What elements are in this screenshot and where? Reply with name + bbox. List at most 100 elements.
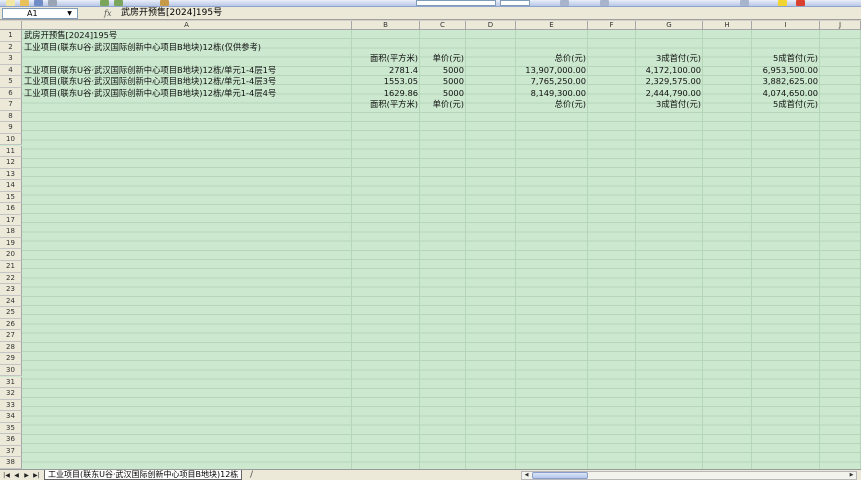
- row-header[interactable]: 2: [0, 41, 22, 54]
- row-header[interactable]: 1: [0, 30, 22, 42]
- row-header[interactable]: 30: [0, 364, 22, 377]
- column-header-d[interactable]: D: [466, 21, 516, 30]
- row-header[interactable]: 36: [0, 434, 22, 446]
- row-header[interactable]: 20: [0, 249, 22, 261]
- row-header[interactable]: 32: [0, 388, 22, 400]
- row-header[interactable]: 14: [0, 180, 22, 192]
- cell-c3[interactable]: 单价(元): [420, 53, 466, 65]
- row-header[interactable]: 26: [0, 318, 22, 331]
- column-header-e[interactable]: E: [516, 21, 588, 30]
- row-header[interactable]: 7: [0, 99, 22, 111]
- row-header[interactable]: 23: [0, 284, 22, 296]
- last-sheet-button[interactable]: ▶|: [32, 471, 41, 480]
- fill-color-icon[interactable]: [778, 0, 787, 6]
- row-header[interactable]: 21: [0, 261, 22, 273]
- redo-icon[interactable]: [114, 0, 123, 6]
- cell-b4[interactable]: 2781.4: [352, 65, 420, 77]
- cell-a5[interactable]: 工业项目(联东U谷·武汉国际创新中心项目B地块)12栋/单元1-4层3号: [22, 76, 352, 88]
- border-icon[interactable]: [740, 0, 749, 6]
- row-header[interactable]: 3: [0, 53, 22, 65]
- font-size-combo[interactable]: [500, 0, 530, 6]
- cell-i3[interactable]: 5成首付(元): [752, 53, 820, 65]
- cell-b3[interactable]: 面积(平方米): [352, 53, 420, 65]
- font-combo[interactable]: [416, 0, 496, 6]
- cell-c5[interactable]: 5000: [420, 76, 466, 88]
- row-header[interactable]: 29: [0, 353, 22, 365]
- row-header[interactable]: 16: [0, 203, 22, 215]
- bold-icon[interactable]: [560, 0, 569, 6]
- next-sheet-button[interactable]: ▶: [22, 471, 31, 480]
- column-header-h[interactable]: H: [703, 21, 752, 30]
- scroll-left-icon[interactable]: ◀: [522, 472, 531, 479]
- cell-a6[interactable]: 工业项目(联东U谷·武汉国际创新中心项目B地块)12栋/单元1-4层4号: [22, 88, 352, 100]
- row-header[interactable]: 25: [0, 307, 22, 319]
- row-header[interactable]: 28: [0, 341, 22, 354]
- cell-g7[interactable]: 3成首付(元): [636, 99, 703, 111]
- row-header[interactable]: 19: [0, 237, 22, 250]
- cell-b7[interactable]: 面积(平方米): [352, 99, 420, 111]
- chevron-down-icon[interactable]: ▼: [64, 9, 75, 18]
- cell-c7[interactable]: 单价(元): [420, 99, 466, 111]
- cell-a4[interactable]: 工业项目(联东U谷·武汉国际创新中心项目B地块)12栋/单元1-4层1号: [22, 65, 352, 77]
- cell-b6[interactable]: 1629.86: [352, 88, 420, 100]
- row-header[interactable]: 27: [0, 330, 22, 342]
- row-header[interactable]: 18: [0, 226, 22, 238]
- cell-b5[interactable]: 1553.05: [352, 76, 420, 88]
- cell-c6[interactable]: 5000: [420, 88, 466, 100]
- formula-input[interactable]: 武房开预售[2024]195号: [119, 8, 859, 19]
- row-header[interactable]: 13: [0, 168, 22, 181]
- column-header-b[interactable]: B: [352, 21, 420, 30]
- print-icon[interactable]: [48, 0, 57, 6]
- save-icon[interactable]: [34, 0, 43, 6]
- row-header[interactable]: 33: [0, 399, 22, 412]
- cell-c4[interactable]: 5000: [420, 65, 466, 77]
- cell-g6[interactable]: 2,444,790.00: [636, 88, 703, 100]
- chart-icon[interactable]: [160, 0, 169, 6]
- row-header[interactable]: 11: [0, 145, 22, 158]
- cell-e6[interactable]: 8,149,300.00: [516, 88, 588, 100]
- new-file-icon[interactable]: [6, 0, 15, 6]
- row-header[interactable]: 17: [0, 214, 22, 227]
- cell-g3[interactable]: 3成首付(元): [636, 53, 703, 65]
- spreadsheet-grid[interactable]: ABCDEFGHIJ 1 2 3 4 5 6 7 8 9 10 11 12 13 14 15 16 17 18 19…: [0, 21, 861, 469]
- cell-e5[interactable]: 7,765,250.00: [516, 76, 588, 88]
- row-header[interactable]: 9: [0, 122, 22, 134]
- row-header[interactable]: 6: [0, 87, 22, 100]
- row-header[interactable]: 38: [0, 457, 22, 469]
- column-header-j[interactable]: J: [820, 21, 861, 30]
- horizontal-scrollbar[interactable]: ◀ ▶: [521, 471, 857, 480]
- row-header[interactable]: 31: [0, 376, 22, 389]
- column-header-f[interactable]: F: [588, 21, 636, 30]
- row-header[interactable]: 24: [0, 295, 22, 308]
- row-header[interactable]: 12: [0, 157, 22, 169]
- row-header[interactable]: 15: [0, 191, 22, 204]
- previous-sheet-button[interactable]: ◀: [12, 471, 21, 480]
- cell-a1[interactable]: 武房开预售[2024]195号: [22, 30, 352, 42]
- cell-g5[interactable]: 2,329,575.00: [636, 76, 703, 88]
- align-icon[interactable]: [600, 0, 609, 6]
- row-header[interactable]: 37: [0, 445, 22, 458]
- scroll-thumb[interactable]: [532, 472, 588, 479]
- column-header-i[interactable]: I: [752, 21, 820, 30]
- sheet-tab-active[interactable]: 工业项目(联东U谷·武汉国际创新中心项目B地块)12栋: [44, 470, 243, 480]
- cell-i4[interactable]: 6,953,500.00: [752, 65, 820, 77]
- cell-e3[interactable]: 总价(元): [516, 53, 588, 65]
- cell-i5[interactable]: 3,882,625.00: [752, 76, 820, 88]
- row-header[interactable]: 34: [0, 411, 22, 423]
- row-header[interactable]: 10: [0, 133, 22, 146]
- column-header-a[interactable]: A: [22, 21, 352, 30]
- undo-icon[interactable]: [100, 0, 109, 6]
- cell-e7[interactable]: 总价(元): [516, 99, 588, 111]
- font-color-icon[interactable]: [796, 0, 805, 6]
- function-icon[interactable]: fx: [104, 8, 111, 19]
- row-header[interactable]: 4: [0, 64, 22, 77]
- column-header-c[interactable]: C: [420, 21, 466, 30]
- scroll-right-icon[interactable]: ▶: [847, 472, 856, 479]
- cell-e4[interactable]: 13,907,000.00: [516, 65, 588, 77]
- column-header-g[interactable]: G: [636, 21, 703, 30]
- cell-i6[interactable]: 4,074,650.00: [752, 88, 820, 100]
- cell-i7[interactable]: 5成首付(元): [752, 99, 820, 111]
- row-header[interactable]: 22: [0, 272, 22, 285]
- row-header[interactable]: 8: [0, 110, 22, 123]
- open-folder-icon[interactable]: [20, 0, 29, 6]
